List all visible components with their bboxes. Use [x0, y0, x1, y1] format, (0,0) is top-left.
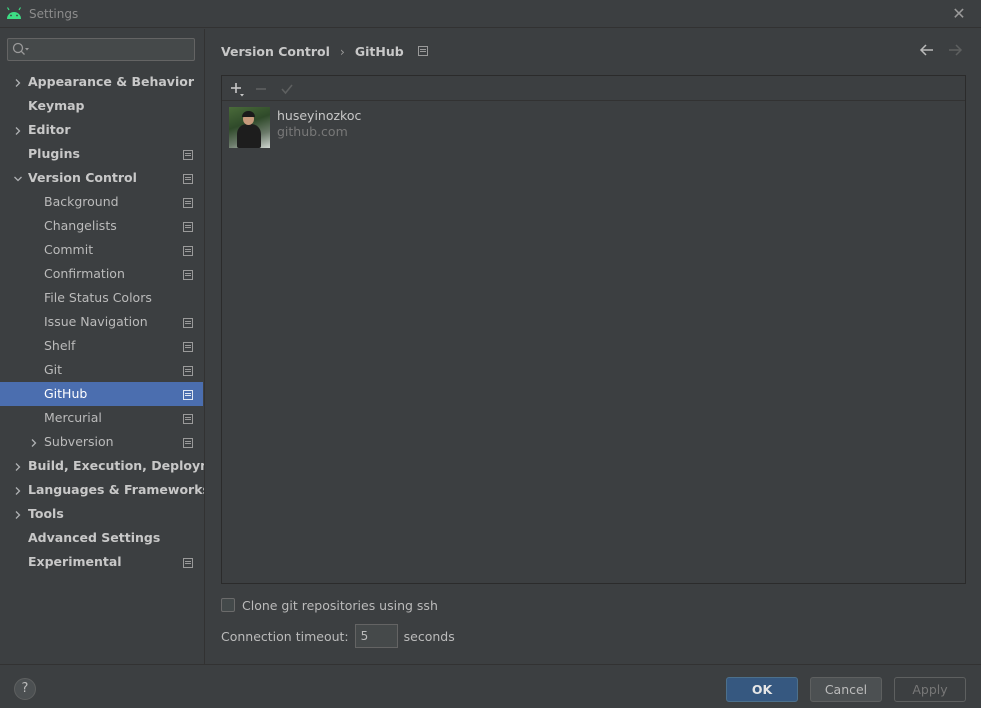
github-settings-panel: Version Control › GitHub huseyinozkoc gi… [204, 29, 981, 664]
chevron-right-icon[interactable] [13, 461, 23, 471]
android-icon [6, 6, 22, 21]
accounts-panel: huseyinozkoc github.com [221, 75, 966, 584]
project-level-icon [183, 197, 193, 211]
sidebar-item-label: Confirmation [44, 266, 125, 281]
project-level-icon [183, 437, 193, 451]
sidebar-item-git[interactable]: Git [0, 358, 203, 382]
connection-timeout-label: Connection timeout: [221, 628, 349, 644]
project-level-icon [183, 245, 193, 259]
add-account-button[interactable] [229, 81, 245, 97]
project-level-icon [183, 317, 193, 331]
remove-account-button[interactable] [253, 81, 269, 97]
project-level-icon [183, 413, 193, 427]
window-title: Settings [29, 6, 79, 21]
sidebar-item-editor[interactable]: Editor [0, 118, 203, 142]
connection-timeout-input[interactable] [354, 624, 398, 648]
cancel-button[interactable]: Cancel [810, 677, 882, 702]
dialog-footer: ? OK Cancel Apply [0, 664, 981, 708]
clone-ssh-checkbox[interactable] [221, 598, 235, 612]
settings-sidebar: Appearance & Behavior Keymap Editor Plugins… [0, 29, 236, 664]
sidebar-item-label: Version Control [28, 170, 137, 185]
sidebar-item-label: GitHub [44, 386, 88, 401]
sidebar-item-advanced-settings[interactable]: Advanced Settings [0, 526, 203, 550]
sidebar-item-label: Advanced Settings [28, 530, 161, 545]
chevron-right-icon[interactable] [13, 77, 23, 87]
sidebar-item-label: Tools [28, 506, 64, 521]
sidebar-item-github[interactable]: GitHub [0, 382, 203, 406]
sidebar-item-label: Mercurial [44, 410, 102, 425]
account-username: huseyinozkoc [277, 108, 362, 123]
project-level-icon [183, 173, 193, 187]
forward-arrow-icon [947, 43, 963, 60]
chevron-right-icon[interactable] [13, 485, 23, 495]
chevron-right-icon[interactable] [29, 437, 39, 447]
project-level-icon [183, 389, 193, 403]
ok-button[interactable]: OK [726, 677, 798, 702]
connection-timeout-unit: seconds [403, 628, 455, 644]
sidebar-item-commit[interactable]: Commit [0, 238, 203, 262]
sidebar-item-plugins[interactable]: Plugins [0, 142, 203, 166]
chevron-right-icon[interactable] [13, 509, 23, 519]
sidebar-item-label: Background [44, 194, 119, 209]
sidebar-item-label: Languages & Frameworks [28, 482, 210, 497]
sidebar-item-label: Subversion [44, 434, 114, 449]
help-button[interactable]: ? [14, 678, 36, 700]
account-host: github.com [277, 124, 348, 139]
apply-button[interactable]: Apply [894, 677, 966, 702]
sidebar-item-build-execution-deployment[interactable]: Build, Execution, Deployment [0, 454, 236, 478]
sidebar-item-version-control[interactable]: Version Control [0, 166, 203, 190]
sidebar-item-confirmation[interactable]: Confirmation [0, 262, 203, 286]
sidebar-item-label: Editor [28, 122, 71, 137]
breadcrumb: Version Control › GitHub [221, 43, 428, 59]
sidebar-item-changelists[interactable]: Changelists [0, 214, 203, 238]
sidebar-item-label: Appearance & Behavior [28, 74, 194, 89]
sidebar-item-experimental[interactable]: Experimental [0, 550, 203, 574]
title-bar: Settings ✕ [0, 0, 981, 28]
accounts-toolbar [222, 76, 965, 101]
sidebar-item-label: Keymap [28, 98, 85, 113]
sidebar-item-label: Git [44, 362, 63, 377]
sidebar-item-label: Changelists [44, 218, 117, 233]
project-level-icon [183, 557, 193, 571]
connection-timeout-row: Connection timeout: seconds [221, 624, 455, 648]
sidebar-item-background[interactable]: Background [0, 190, 203, 214]
account-row[interactable]: huseyinozkoc github.com [222, 106, 965, 152]
back-arrow-icon[interactable] [919, 43, 935, 60]
sidebar-item-label: Plugins [28, 146, 80, 161]
clone-ssh-label[interactable]: Clone git repositories using ssh [242, 598, 438, 613]
settings-tree: Appearance & Behavior Keymap Editor Plugins… [0, 70, 236, 574]
chevron-down-icon[interactable] [13, 173, 23, 183]
sidebar-item-appearance-behavior[interactable]: Appearance & Behavior [0, 70, 203, 94]
sidebar-item-label: Commit [44, 242, 94, 257]
breadcrumb-separator: › [339, 43, 345, 59]
sidebar-item-label: Issue Navigation [44, 314, 148, 329]
sidebar-item-file-status-colors[interactable]: File Status Colors [0, 286, 203, 310]
search-icon [12, 42, 30, 60]
set-default-account-button[interactable] [279, 81, 295, 97]
sidebar-item-label: Experimental [28, 554, 122, 569]
sidebar-item-subversion[interactable]: Subversion [0, 430, 203, 454]
sidebar-item-issue-navigation[interactable]: Issue Navigation [0, 310, 203, 334]
sidebar-item-label: Shelf [44, 338, 76, 353]
chevron-right-icon[interactable] [13, 125, 23, 135]
sidebar-item-label: File Status Colors [44, 290, 152, 305]
project-level-icon [183, 149, 193, 163]
search-input[interactable] [32, 40, 192, 59]
sidebar-item-mercurial[interactable]: Mercurial [0, 406, 203, 430]
project-level-icon [183, 365, 193, 379]
avatar [229, 107, 270, 148]
project-level-icon [183, 221, 193, 235]
project-level-icon [183, 269, 193, 283]
clone-ssh-option: Clone git repositories using ssh [221, 597, 438, 613]
search-box[interactable] [7, 38, 195, 61]
sidebar-item-keymap[interactable]: Keymap [0, 94, 203, 118]
close-icon[interactable]: ✕ [951, 6, 967, 22]
sidebar-item-tools[interactable]: Tools [0, 502, 203, 526]
sidebar-item-languages-frameworks[interactable]: Languages & Frameworks [0, 478, 210, 502]
sidebar-item-shelf[interactable]: Shelf [0, 334, 203, 358]
project-level-icon [417, 44, 428, 59]
breadcrumb-current: GitHub [354, 43, 404, 59]
breadcrumb-parent[interactable]: Version Control [221, 44, 330, 59]
project-level-icon [183, 341, 193, 355]
